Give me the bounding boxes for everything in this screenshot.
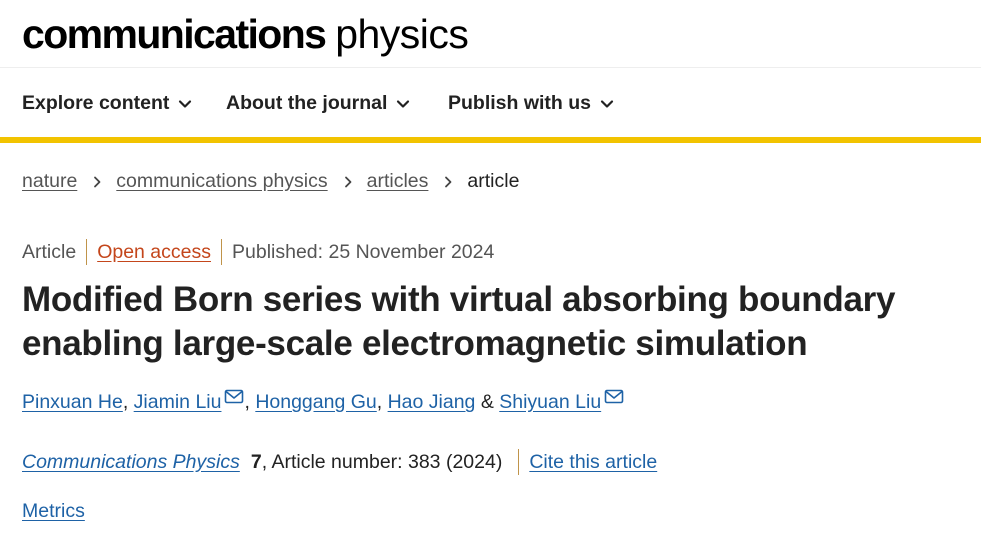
nav-explore-content[interactable]: Explore content <box>22 92 193 115</box>
journal-citation: Communications Physics 7 , Article numbe… <box>22 449 657 475</box>
site-header: communications physics <box>0 0 981 68</box>
published-date: Published: 25 November 2024 <box>232 240 495 263</box>
article-number: , Article number: 383 (2024) <box>261 450 503 473</box>
nav-publish-with-us[interactable]: Publish with us <box>448 92 615 115</box>
author-separator: & <box>475 391 500 413</box>
nav-label: About the journal <box>226 92 388 114</box>
metrics-link[interactable]: Metrics <box>22 500 85 523</box>
author-link[interactable]: Shiyuan Liu <box>499 391 601 414</box>
nav-about-journal[interactable]: About the journal <box>226 92 411 115</box>
nav-label: Publish with us <box>448 92 592 114</box>
author-separator: , <box>376 391 388 413</box>
accent-bar <box>0 137 981 143</box>
article-meta: Article Open access Published: 25 Novemb… <box>22 239 494 265</box>
open-access-link[interactable]: Open access <box>97 241 211 264</box>
chevron-right-icon <box>94 176 101 187</box>
journal-logo[interactable]: communications physics <box>22 10 469 58</box>
breadcrumb-nature[interactable]: nature <box>22 170 77 193</box>
article-title: Modified Born series with virtual absorb… <box>22 280 896 363</box>
chevron-right-icon <box>344 176 352 187</box>
author-link[interactable]: Jiamin Liu <box>134 391 222 414</box>
chevron-down-icon <box>397 99 410 108</box>
chevron-right-icon <box>445 176 452 187</box>
meta-divider <box>86 239 88 265</box>
mail-icon[interactable] <box>224 389 244 405</box>
meta-divider <box>221 239 222 265</box>
author-link[interactable]: Hao Jiang <box>388 391 476 414</box>
breadcrumb: nature communications physics articles a… <box>22 170 519 193</box>
cite-article-link[interactable]: Cite this article <box>529 451 657 474</box>
journal-name-link[interactable]: Communications Physics <box>22 451 240 474</box>
logo-bold-text: communications <box>22 11 327 57</box>
mail-icon[interactable] <box>604 389 624 405</box>
logo-light-text: physics <box>335 11 469 57</box>
author-link[interactable]: Honggang Gu <box>255 391 376 414</box>
author-separator: , <box>122 391 134 413</box>
article-type: Article <box>22 240 77 263</box>
chevron-down-icon <box>600 99 614 108</box>
nav-label: Explore content <box>22 92 170 114</box>
chevron-down-icon <box>179 99 192 108</box>
breadcrumb-articles[interactable]: articles <box>367 170 429 193</box>
author-list: Pinxuan He, Jiamin Liu, Honggang Gu, Hao… <box>22 389 624 414</box>
breadcrumb-current: article <box>467 170 520 192</box>
meta-divider <box>518 449 520 475</box>
main-nav: Explore content About the journal Publis… <box>0 68 981 138</box>
author-link[interactable]: Pinxuan He <box>22 391 123 414</box>
breadcrumb-communications-physics[interactable]: communications physics <box>116 170 327 193</box>
journal-volume: 7 <box>250 450 262 473</box>
author-separator: , <box>244 391 256 413</box>
